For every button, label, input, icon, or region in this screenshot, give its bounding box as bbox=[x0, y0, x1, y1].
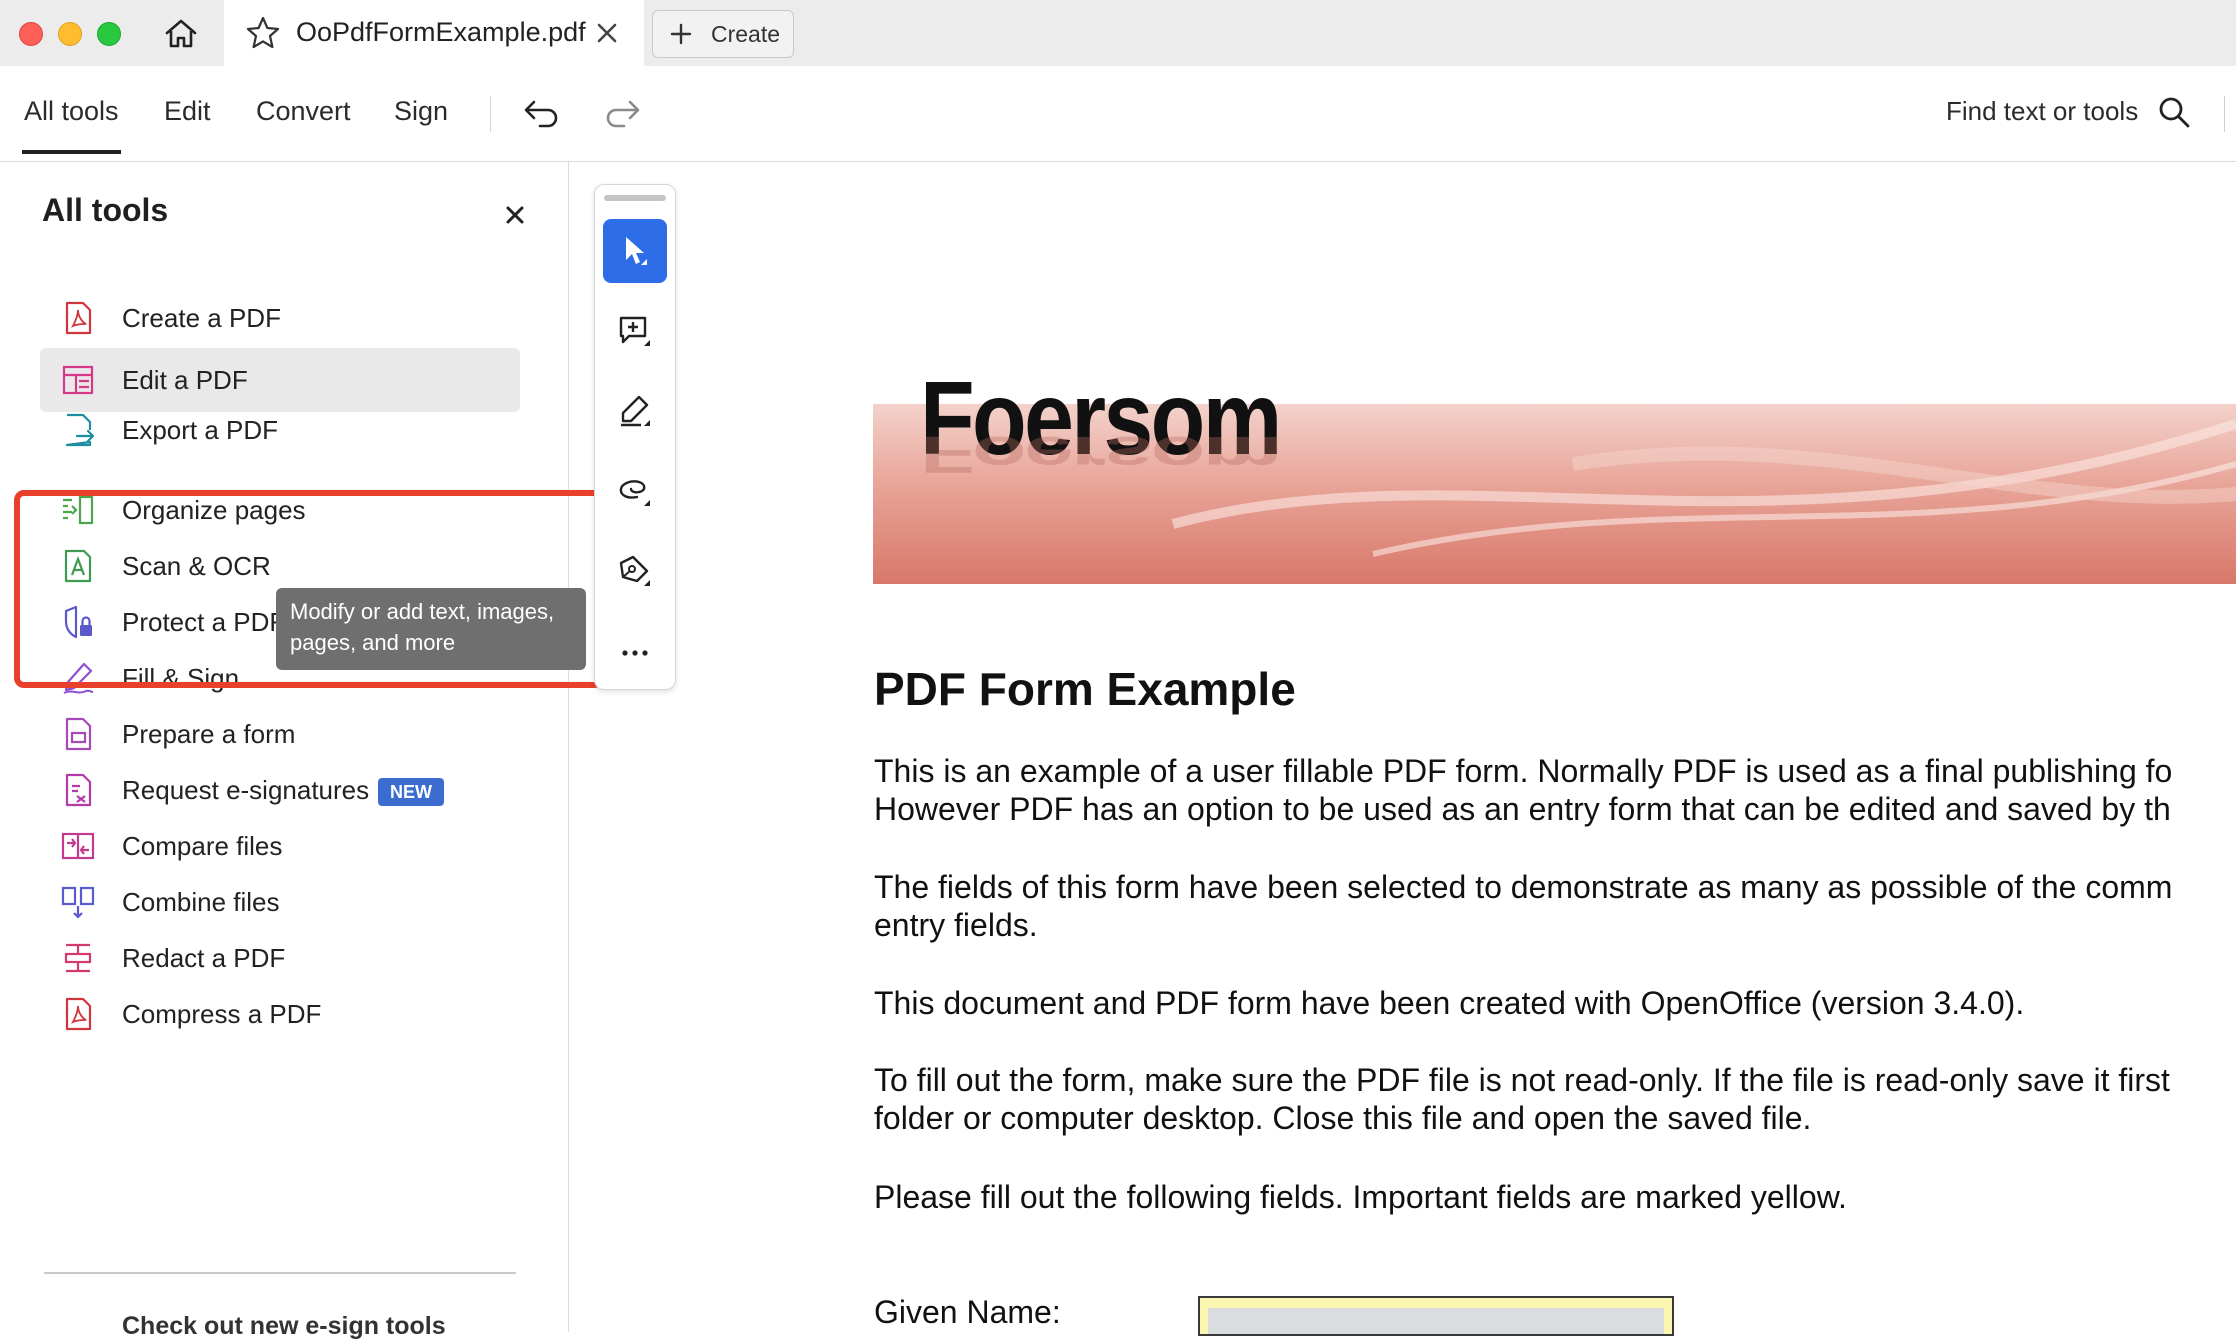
paragraph-line: folder or computer desktop. Close this f… bbox=[874, 1100, 1812, 1136]
redact-pdf-icon bbox=[64, 943, 92, 973]
star-icon[interactable] bbox=[244, 14, 282, 52]
tool-label: Request e-signatures bbox=[122, 775, 370, 805]
document-tab[interactable]: OoPdfFormExample.pdf bbox=[224, 0, 644, 66]
comment-tool-button[interactable] bbox=[603, 299, 667, 363]
more-icon bbox=[622, 650, 648, 656]
paragraph: This document and PDF form have been cre… bbox=[874, 984, 2024, 1022]
given-name-input[interactable] bbox=[1208, 1308, 1664, 1334]
tool-label: Edit a PDF bbox=[122, 365, 248, 395]
plus-icon bbox=[670, 23, 692, 45]
pdf-page: Foersom Foersom PDF Form Example This is… bbox=[700, 162, 2236, 1332]
document-view[interactable]: Foersom Foersom PDF Form Example This is… bbox=[700, 162, 2236, 1332]
create-button[interactable]: Create bbox=[652, 10, 794, 58]
export-pdf-icon bbox=[65, 413, 95, 447]
document-title: PDF Form Example bbox=[874, 663, 1296, 715]
panel-divider bbox=[44, 1272, 516, 1274]
tool-label: Compare files bbox=[122, 831, 283, 861]
esign-tools-link[interactable]: Check out new e-sign tools bbox=[122, 1312, 446, 1341]
edit-pdf-icon bbox=[62, 365, 94, 395]
paragraph-line: To fill out the form, make sure the PDF … bbox=[874, 1062, 2170, 1098]
minimize-window-button[interactable] bbox=[58, 22, 82, 46]
compress-pdf-icon bbox=[65, 997, 92, 1031]
paragraph-line: The fields of this form have been select… bbox=[874, 869, 2173, 905]
draw-icon bbox=[619, 480, 650, 506]
tool-create-pdf[interactable]: Create a PDF bbox=[40, 286, 520, 350]
menu-convert[interactable]: Convert bbox=[256, 96, 351, 127]
home-icon[interactable] bbox=[160, 13, 202, 55]
paragraph-line: This document and PDF form have been cre… bbox=[874, 985, 2025, 1021]
create-pdf-icon bbox=[65, 301, 92, 335]
tool-export-pdf[interactable]: Export a PDF bbox=[40, 398, 520, 462]
menu-edit[interactable]: Edit bbox=[164, 96, 211, 127]
tool-redact-pdf[interactable]: Redact a PDF bbox=[40, 926, 520, 990]
tool-compress-pdf[interactable]: Compress a PDF bbox=[40, 982, 520, 1042]
find-text-or-tools[interactable]: Find text or tools bbox=[1946, 96, 2138, 127]
menu-sign[interactable]: Sign bbox=[394, 96, 448, 127]
drag-handle[interactable] bbox=[604, 195, 666, 201]
highlight-icon bbox=[621, 395, 650, 427]
sign-tool-button[interactable] bbox=[603, 539, 667, 603]
toolbar-divider bbox=[490, 96, 491, 132]
tab-title: OoPdfFormExample.pdf bbox=[296, 17, 586, 47]
given-name-field[interactable] bbox=[1198, 1296, 1674, 1336]
paragraph-line: entry fields. bbox=[874, 907, 1038, 943]
add-comment-icon bbox=[619, 316, 650, 346]
compare-files-icon bbox=[61, 832, 95, 860]
tool-label: Create a PDF bbox=[122, 303, 281, 333]
all-tools-panel: All tools Create a PDF Edit a PDF Export… bbox=[0, 162, 604, 1340]
select-icon bbox=[626, 237, 647, 265]
request-esign-icon bbox=[65, 773, 92, 807]
redo-icon[interactable] bbox=[602, 96, 642, 130]
menu-all-tools[interactable]: All tools bbox=[22, 96, 121, 154]
search-icon[interactable] bbox=[2156, 94, 2192, 130]
tool-combine-files[interactable]: Combine files bbox=[40, 870, 520, 934]
highlight-tool-button[interactable] bbox=[603, 379, 667, 443]
quick-tools-bar bbox=[594, 184, 676, 690]
close-window-button[interactable] bbox=[19, 22, 43, 46]
undo-icon[interactable] bbox=[522, 96, 562, 130]
prepare-form-icon bbox=[65, 717, 92, 751]
paragraph: The fields of this form have been select… bbox=[874, 868, 2172, 944]
given-name-label: Given Name: bbox=[874, 1294, 1061, 1330]
logo-reflection: Foersom bbox=[920, 425, 1280, 484]
create-label: Create bbox=[711, 21, 781, 47]
tool-prepare-form[interactable]: Prepare a form bbox=[40, 702, 520, 766]
close-panel-icon[interactable] bbox=[500, 200, 530, 230]
tool-label: Combine files bbox=[122, 887, 280, 917]
zoom-window-button[interactable] bbox=[97, 22, 121, 46]
tool-label: Redact a PDF bbox=[122, 943, 286, 973]
combine-files-icon bbox=[61, 886, 95, 919]
paragraph-line: Please fill out the following fields. Im… bbox=[874, 1179, 1847, 1215]
tool-label: Prepare a form bbox=[122, 719, 296, 749]
paragraph-line: However PDF has an option to be used as … bbox=[874, 791, 2171, 827]
select-tool-button[interactable] bbox=[603, 219, 667, 283]
paragraph: This is an example of a user fillable PD… bbox=[874, 752, 2172, 828]
close-tab-icon[interactable] bbox=[592, 18, 622, 48]
title-bar: OoPdfFormExample.pdf Create bbox=[0, 0, 2236, 66]
paragraph: Please fill out the following fields. Im… bbox=[874, 1178, 1847, 1216]
sign-icon bbox=[619, 555, 650, 586]
paragraph: To fill out the form, make sure the PDF … bbox=[874, 1061, 2170, 1137]
tool-compare-files[interactable]: Compare files bbox=[40, 814, 520, 878]
tool-label: Export a PDF bbox=[122, 415, 279, 445]
draw-tool-button[interactable] bbox=[603, 459, 667, 523]
new-badge: NEW bbox=[378, 778, 444, 806]
more-tools-button[interactable] bbox=[603, 619, 667, 683]
toolbar-divider-right bbox=[2224, 96, 2225, 132]
tool-request-esignatures[interactable]: Request e-signatures NEW bbox=[40, 758, 520, 822]
main-toolbar: All tools Edit Convert Sign Find text or… bbox=[0, 66, 2236, 162]
paragraph-line: This is an example of a user fillable PD… bbox=[874, 753, 2173, 789]
tool-label: Compress a PDF bbox=[122, 999, 322, 1029]
panel-title: All tools bbox=[42, 192, 169, 228]
annotation-highlight-box bbox=[14, 490, 604, 688]
